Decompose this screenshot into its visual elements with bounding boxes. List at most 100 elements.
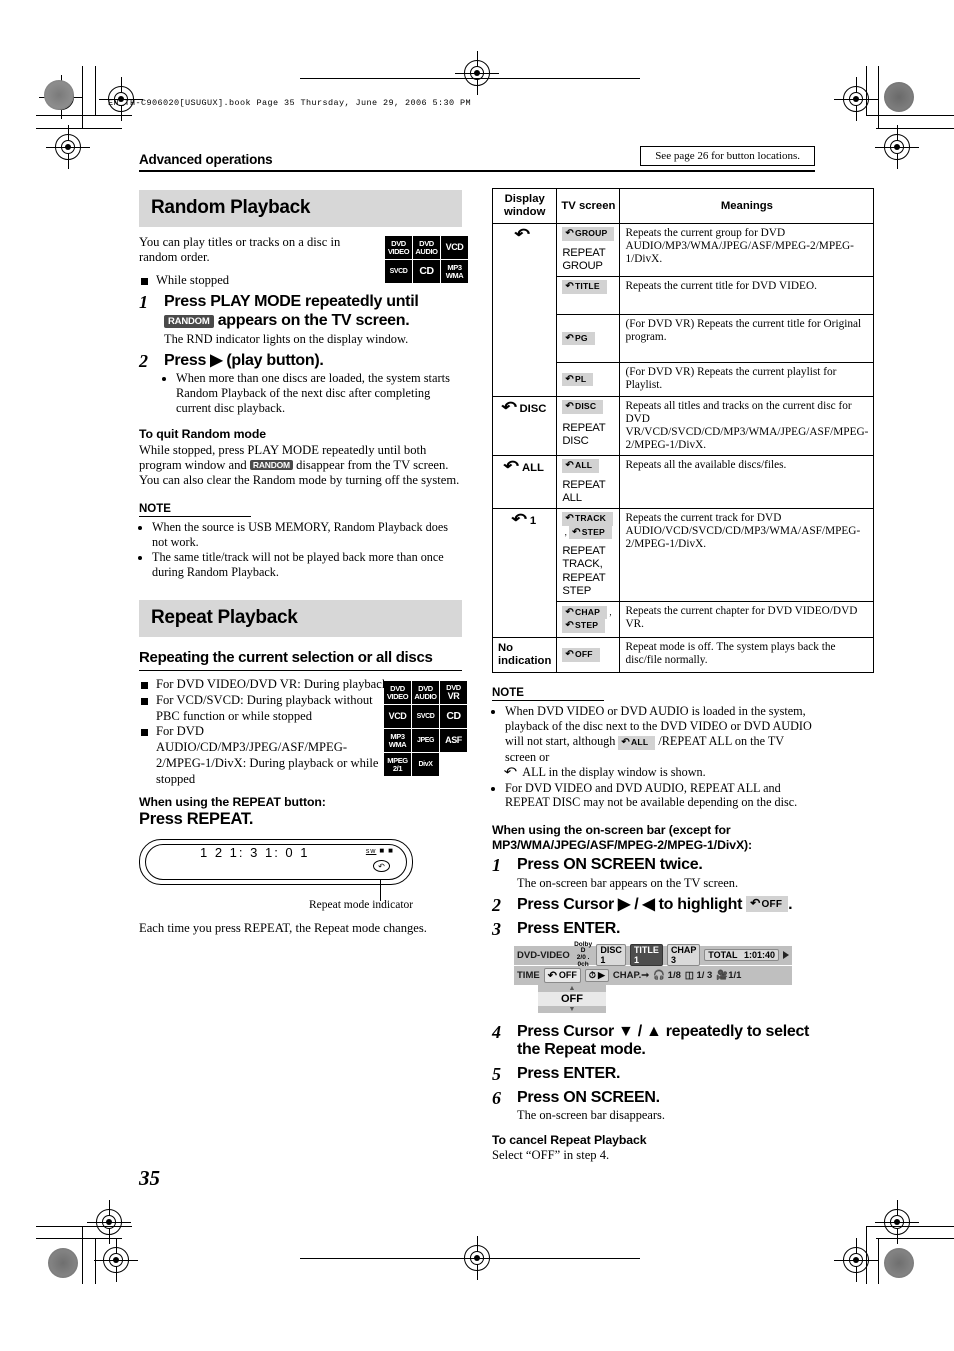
onscreen-step3-head: Press ENTER.	[517, 919, 621, 937]
onscreen-step6-head: Press ON SCREEN.	[517, 1088, 660, 1106]
crop-mark-tl-h2	[36, 128, 122, 129]
tv-chip-disc: ↶DISC	[556, 395, 621, 420]
repeat-modes-table: Display window TV screen Meanings ↶ ↶GRO…	[491, 187, 875, 673]
osb-total-field[interactable]: TOTAL 1:01:40	[704, 949, 779, 962]
crop-mark-tr-h2	[876, 128, 954, 129]
tv-text-repeat-track-step: REPEAT TRACK, REPEAT STEP	[556, 542, 621, 602]
random-note-item: The same title/track will not be played …	[152, 550, 462, 580]
color-blob-bottom-left	[48, 1248, 78, 1278]
chip-repeat-title: ↶TITLE	[562, 279, 607, 294]
step2-bullet: When more than one discs are loaded, the…	[176, 371, 462, 416]
crop-mark-tl-v1	[82, 66, 83, 128]
random-badge-2: RANDOM	[249, 459, 293, 471]
onscreen-step-4: 4 Press Cursor ▼ / ▲ repeatedly to selec…	[492, 1022, 815, 1060]
cancel-repeat-heading: To cancel Repeat Playback	[492, 1133, 647, 1148]
osb-title-field[interactable]: TITLE 1	[629, 944, 663, 967]
registration-mark-left-bottom	[94, 1238, 138, 1282]
tv-text-repeat-disc: REPEAT DISC	[556, 419, 621, 457]
osb-clock-field[interactable]: ⏱ ▶	[584, 968, 609, 982]
repeat-playback-heading: Repeat Playback	[139, 600, 462, 638]
repeat-arrow-icon: ↶	[514, 226, 531, 244]
page-header: Advanced operations See page 26 for butt…	[139, 146, 815, 172]
random-intro: You can play titles or tracks on a disc …	[139, 235, 341, 265]
step-number: 3	[492, 918, 501, 939]
onscreen-bar-graphic: DVD-VIDEO Dolby D 2/0 . 0ch DISC 1 TITLE …	[514, 941, 792, 1013]
disc-icon-svcd: SVCD	[412, 705, 439, 729]
repeat-condition-2: For VCD/SVCD: During playback without PB…	[139, 693, 391, 724]
repeat-after-text: Each time you press REPEAT, the Repeat m…	[139, 921, 427, 936]
tv-text-repeat-all: REPEAT ALL	[556, 475, 621, 510]
step-number: 6	[492, 1087, 501, 1108]
crop-mark-bl-v1	[82, 1226, 83, 1284]
display-window-illustration: 1 2 1: 3 1: 0 1 sw ■ ■ ↶	[139, 839, 413, 886]
disc-icon-dvd-video: DVD VIDEO	[385, 236, 412, 259]
repeat-arrow-icon: ↶	[501, 398, 518, 416]
th-display-window: Display window	[491, 187, 558, 225]
disc-icon-mp3-wma: MP3 WMA	[384, 729, 411, 753]
chip-off-inline: ↶OFF	[746, 895, 789, 912]
chip-repeat-disc: ↶DISC	[562, 399, 604, 414]
disc-icon-dvd-vr: DVD VR	[440, 681, 467, 705]
tv-text-repeat-group: REPEAT GROUP	[556, 243, 621, 277]
disc-format-icons-repeat: DVD VIDEO DVD AUDIO DVD VR VCD SVCD CD MP3 W…	[384, 681, 467, 777]
random-step-2: 2 Press ▶ (play button). When more than …	[139, 351, 462, 417]
random-badge: RANDOM	[164, 315, 214, 329]
right-column: Display window TV screen Meanings ↶ ↶GRO…	[491, 187, 875, 1164]
osb-subtitle-field[interactable]: ◫ 1/ 3	[685, 970, 712, 981]
repeat-note-item-2: For DVD VIDEO and DVD AUDIO, REPEAT ALL …	[505, 781, 815, 811]
left-column: Random Playback You can play titles or t…	[139, 190, 468, 937]
crop-mark-tr-h1	[866, 115, 954, 116]
osb-disc-type: DVD-VIDEO	[517, 949, 570, 961]
osb-chapter-search[interactable]: CHAP.➞	[613, 970, 649, 981]
random-note-heading: NOTE	[139, 503, 251, 517]
step2-head: Press ▶ (play button).	[164, 351, 324, 369]
repeat-arrow-icon-inline: ↶	[503, 763, 518, 779]
tv-chip-off: ↶OFF	[556, 636, 621, 673]
tv-chip-pl: ↶PL	[556, 361, 621, 397]
chip-repeat-all: ↶ALL	[562, 459, 600, 473]
tv-chip-track-step: ↶TRACK , ↶STEP	[556, 508, 621, 543]
dropdown-up-arrow-icon[interactable]: ▲	[538, 984, 606, 992]
display-window-small-indicators: sw ■ ■	[365, 846, 394, 856]
page-number: 35	[139, 1166, 160, 1190]
disc-icon-dvd-video: DVD VIDEO	[384, 681, 411, 705]
tv-chip-chap-step: ↶CHAP , ↶STEP	[556, 600, 621, 638]
onscreen-step6-sub: The on-screen bar disappears.	[517, 1108, 665, 1123]
onscreen-step2-head: Press Cursor ▶ / ◀ to highlight ↶OFF.	[517, 895, 793, 913]
osb-chapter-field[interactable]: CHAP 3	[666, 944, 701, 967]
registration-mark-right-mid	[875, 125, 919, 169]
osb-audio-format: Dolby D 2/0 . 0ch	[574, 940, 593, 969]
registration-mark-top-center	[455, 51, 499, 95]
display-col-one: ↶ 1	[491, 508, 558, 638]
display-col-disc: ↶ DISC	[491, 395, 558, 457]
section-name: Advanced operations	[139, 152, 273, 167]
tv-chip-title: ↶TITLE	[556, 275, 621, 315]
osb-repeat-field[interactable]: ↶ OFF	[543, 967, 581, 983]
meaning-all: Repeats all the available discs/files.	[619, 455, 875, 510]
onscreen-step1-sub: The on-screen bar appears on the TV scre…	[517, 875, 739, 890]
meaning-disc: Repeats all titles and tracks on the cur…	[619, 395, 875, 457]
table-header-row: Display window TV screen Meanings	[491, 187, 875, 225]
display-col-all: ↶ ALL	[491, 455, 558, 510]
dropdown-down-arrow-icon[interactable]: ▼	[538, 1005, 606, 1013]
chip-repeat-group: ↶GROUP	[562, 227, 615, 241]
osb-audio-field[interactable]: 🎧 1/8	[653, 970, 681, 981]
random-notes: When the source is USB MEMORY, Random Pl…	[139, 520, 462, 581]
disc-icon-dvd-audio: DVD AUDIO	[412, 681, 439, 705]
table-row: ↶ ↶GROUP Repeats the current group for D…	[491, 223, 875, 397]
crop-mark-bl-h2	[36, 1238, 122, 1239]
osb-repeat-dropdown[interactable]: ▲ OFF ▼	[538, 984, 606, 1013]
disc-icon-jpeg: JPEG	[412, 729, 439, 753]
onscreen-step-6: 6 Press ON SCREEN. The on-screen bar dis…	[492, 1087, 815, 1124]
osb-disc-field[interactable]: DISC 1	[596, 944, 626, 967]
crop-mark-tr-v1	[866, 66, 867, 116]
th-meanings: Meanings	[619, 187, 875, 225]
step-number: 1	[139, 292, 148, 313]
step-number: 1	[492, 855, 501, 876]
onscreen-step-3: 3 Press ENTER.	[492, 918, 815, 939]
repeat-notes: When DVD VIDEO or DVD AUDIO is loaded in…	[492, 704, 815, 810]
osb-angle-field[interactable]: 🎥1/1	[716, 970, 741, 981]
crop-mark-tr-v2	[878, 66, 879, 128]
meaning-pl: (For DVD VR) Repeats the current playlis…	[619, 361, 875, 397]
table-row: ↶ 1 ↶TRACK , ↶STEP Repeats the current tr…	[491, 508, 875, 638]
